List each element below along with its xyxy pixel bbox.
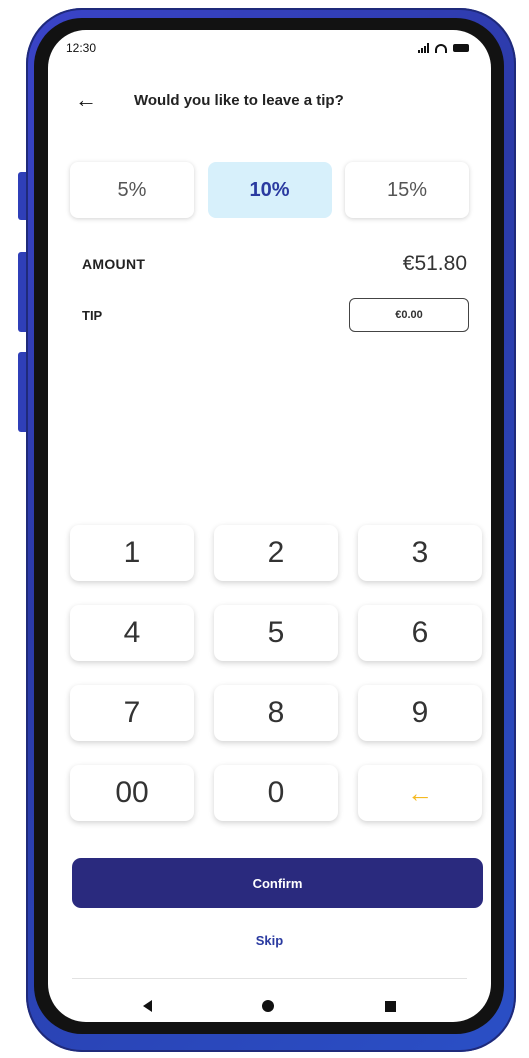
amount-row: AMOUNT €51.80 [82,252,467,276]
key-9[interactable]: 9 [358,685,482,741]
page-title: Would you like to leave a tip? [134,91,344,109]
wifi-icon [435,43,447,53]
amount-value: €51.80 [402,252,467,275]
nav-divider [72,978,467,979]
skip-link[interactable]: Skip [48,933,491,948]
confirm-button[interactable]: Confirm [72,858,483,908]
phone-screen: 12:30 ← Would you like to leave a tip? 5… [48,30,491,1022]
system-nav-bar [48,988,491,1022]
key-3[interactable]: 3 [358,525,482,581]
key-0[interactable]: 0 [214,765,338,821]
key-7[interactable]: 7 [70,685,194,741]
nav-recent-icon[interactable] [384,1000,396,1012]
tip-option-5[interactable]: 5% [70,162,194,218]
status-bar: 12:30 [48,30,491,66]
side-button-volume-up [18,252,26,332]
tip-amount-field[interactable]: €0.00 [349,298,469,332]
nav-home-icon[interactable] [262,1000,275,1012]
tip-option-15[interactable]: 15% [345,162,469,218]
battery-icon [453,44,469,52]
tip-label: TIP [82,307,103,323]
backspace-icon[interactable]: ← [358,765,482,821]
key-1[interactable]: 1 [70,525,194,581]
numeric-keypad: 1 2 3 4 5 6 7 8 9 00 0 ← [70,525,482,821]
signal-icon [418,43,429,53]
key-2[interactable]: 2 [214,525,338,581]
tip-row: TIP €0.00 [82,298,469,332]
nav-back-icon[interactable] [143,1000,153,1012]
side-button-top [18,172,26,220]
header: ← Would you like to leave a tip? [48,80,491,120]
tip-option-10[interactable]: 10% [207,162,332,218]
amount-label: AMOUNT [82,256,146,272]
back-arrow-icon[interactable]: ← [66,80,106,120]
key-8[interactable]: 8 [214,685,338,741]
side-button-volume-down [18,352,26,432]
key-4[interactable]: 4 [70,605,194,661]
tip-percent-options: 5% 10% 15% [70,162,469,218]
status-time: 12:30 [66,41,97,55]
stage: 12:30 ← Would you like to leave a tip? 5… [0,0,529,1058]
status-icons [418,43,469,53]
key-5[interactable]: 5 [214,605,338,661]
key-6[interactable]: 6 [358,605,482,661]
key-00[interactable]: 00 [70,765,194,821]
